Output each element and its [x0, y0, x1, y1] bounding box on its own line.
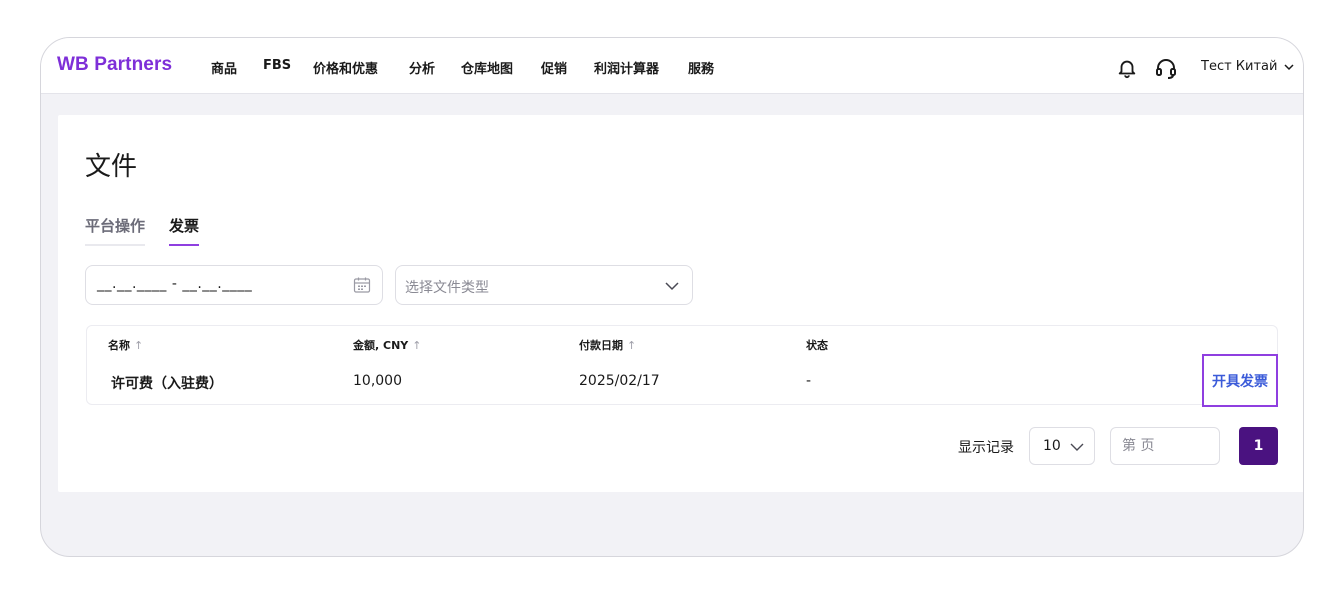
nav-item-fbs[interactable]: FBS — [263, 58, 291, 73]
page-size-select[interactable]: 10 — [1029, 427, 1095, 465]
calendar-icon[interactable] — [352, 275, 372, 295]
column-header-status: 状态 — [806, 337, 828, 353]
app-window: WB Partners 商品 FBS 价格和优惠 分析 仓库地图 促销 利润计算… — [40, 37, 1304, 557]
headset-icon[interactable] — [1154, 56, 1178, 80]
nav-item-prices[interactable]: 价格和优惠 — [313, 58, 378, 77]
chevron-down-icon — [1284, 63, 1294, 70]
chevron-down-icon — [1070, 443, 1084, 451]
nav-item-products[interactable]: 商品 — [211, 58, 237, 77]
tab-platform-operations[interactable]: 平台操作 — [85, 215, 146, 246]
invoices-table: 名称 ↑ 金额, CNY ↑ 付款日期 ↑ 状态 许可费（入驻费） 10,000 20… — [86, 325, 1278, 405]
document-type-placeholder: 选择文件类型 — [405, 280, 489, 296]
logo[interactable]: WB Partners — [57, 54, 172, 76]
top-header: WB Partners 商品 FBS 价格和优惠 分析 仓库地图 促销 利润计算… — [41, 38, 1303, 94]
date-range-value: __.__.____ - __.__.____ — [97, 276, 253, 292]
column-header-label: 名称 — [108, 339, 130, 352]
current-page-button[interactable]: 1 — [1239, 427, 1278, 465]
sort-arrow-icon[interactable]: ↑ — [134, 339, 143, 352]
sort-arrow-icon[interactable]: ↑ — [412, 339, 421, 352]
row-amount-cell: 10,000 — [353, 373, 402, 389]
nav-item-profit-calculator[interactable]: 利润计算器 — [594, 58, 659, 77]
row-date-cell: 2025/02/17 — [579, 373, 660, 389]
user-name: Тест Китай — [1201, 59, 1278, 74]
column-header-name[interactable]: 名称 ↑ — [108, 337, 143, 353]
column-header-payment-date[interactable]: 付款日期 ↑ — [579, 337, 636, 353]
user-menu[interactable]: Тест Китай — [1201, 59, 1295, 74]
sort-arrow-icon[interactable]: ↑ — [627, 339, 636, 352]
bell-icon[interactable] — [1116, 57, 1138, 79]
date-range-input[interactable]: __.__.____ - __.__.____ — [85, 265, 383, 305]
page-title: 文件 — [85, 152, 138, 182]
page-size-label: 显示记录 — [958, 440, 1014, 456]
row-status-cell: - — [806, 373, 812, 389]
issue-invoice-button[interactable]: 开具发票 — [1202, 354, 1278, 407]
chevron-down-icon — [665, 282, 679, 291]
documents-card: 文件 平台操作 发票 __.__.____ - __.__.____ 选择文件类… — [58, 115, 1303, 492]
page-size-value: 10 — [1043, 438, 1061, 454]
nav-item-analytics[interactable]: 分析 — [409, 58, 435, 77]
column-header-label: 付款日期 — [579, 339, 623, 352]
column-header-label: 状态 — [806, 339, 828, 352]
column-header-label: 金额, CNY — [353, 339, 409, 352]
document-type-select[interactable]: 选择文件类型 — [395, 265, 693, 305]
page-number-input[interactable] — [1110, 427, 1220, 465]
nav-item-promotions[interactable]: 促销 — [541, 58, 567, 77]
row-name-cell: 许可费（入驻费） — [111, 376, 223, 392]
tab-invoices[interactable]: 发票 — [169, 215, 200, 246]
nav-item-warehouse-map[interactable]: 仓库地图 — [461, 58, 513, 77]
column-header-amount[interactable]: 金额, CNY ↑ — [353, 337, 421, 353]
nav-item-services[interactable]: 服務 — [688, 58, 714, 77]
